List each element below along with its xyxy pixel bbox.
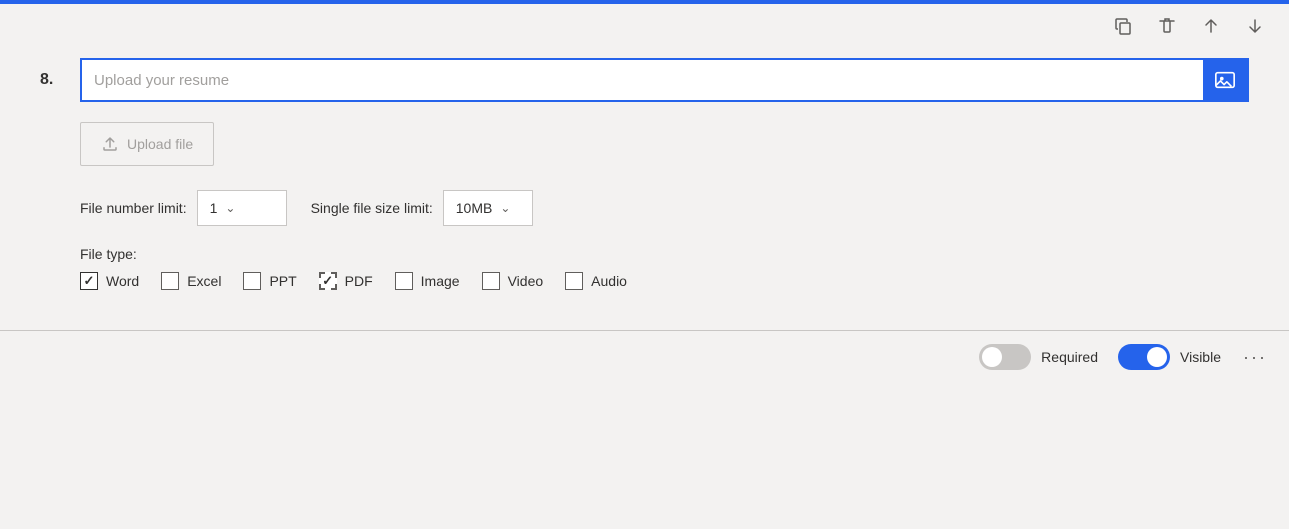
settings-section: File number limit: 1 ⌄ Single file size …	[40, 190, 1249, 290]
checkbox-label-pdf: PDF	[345, 273, 373, 289]
move-down-icon[interactable]	[1241, 12, 1269, 40]
checkbox-item-video[interactable]: Video	[482, 272, 544, 290]
visible-toggle-thumb	[1147, 347, 1167, 367]
copy-icon[interactable]	[1109, 12, 1137, 40]
checkbox-label-word: Word	[106, 273, 139, 289]
file-size-dropdown[interactable]: 10MB ⌄	[443, 190, 533, 226]
file-type-label: File type:	[80, 246, 1249, 262]
image-button[interactable]	[1203, 58, 1247, 102]
checkbox-item-pdf[interactable]: ✓ PDF	[319, 272, 373, 290]
checkbox-label-excel: Excel	[187, 273, 221, 289]
checkbox-word[interactable]: ✓	[80, 272, 98, 290]
file-number-value: 1	[210, 200, 218, 216]
question-title-input[interactable]	[82, 72, 1203, 89]
checkbox-excel[interactable]	[161, 272, 179, 290]
visible-toggle-group: Visible	[1118, 344, 1221, 370]
question-row: 8.	[40, 58, 1249, 102]
required-toggle-group: Required	[979, 344, 1098, 370]
required-toggle[interactable]	[979, 344, 1031, 370]
file-type-section: File type: ✓ Word Excel PPT ✓ PDF Image Video Au…	[80, 246, 1249, 290]
file-number-dropdown[interactable]: 1 ⌄	[197, 190, 287, 226]
file-number-limit-label: File number limit:	[80, 200, 187, 216]
checkbox-image[interactable]	[395, 272, 413, 290]
checkbox-audio[interactable]	[565, 272, 583, 290]
file-size-group: Single file size limit: 10MB ⌄	[311, 190, 533, 226]
file-type-checkboxes: ✓ Word Excel PPT ✓ PDF Image Video Audio	[80, 272, 1249, 290]
checkbox-label-ppt: PPT	[269, 273, 296, 289]
file-number-group: File number limit: 1 ⌄	[80, 190, 287, 226]
settings-row: File number limit: 1 ⌄ Single file size …	[80, 190, 1249, 226]
checkbox-pdf[interactable]: ✓	[319, 272, 337, 290]
upload-file-label: Upload file	[127, 136, 193, 152]
checkbox-ppt[interactable]	[243, 272, 261, 290]
checkbox-label-audio: Audio	[591, 273, 627, 289]
toolbar	[0, 4, 1289, 48]
checkbox-label-image: Image	[421, 273, 460, 289]
main-content: 8. Upload file File number lim	[0, 48, 1289, 310]
checkbox-item-word[interactable]: ✓ Word	[80, 272, 139, 290]
file-number-chevron-icon: ⌄	[225, 201, 235, 215]
check-mark: ✓	[322, 273, 333, 289]
upload-file-button[interactable]: Upload file	[80, 122, 214, 166]
checkbox-label-video: Video	[508, 273, 544, 289]
file-size-limit-label: Single file size limit:	[311, 200, 433, 216]
checkbox-video[interactable]	[482, 272, 500, 290]
file-size-chevron-icon: ⌄	[500, 201, 510, 215]
check-mark: ✓	[84, 273, 95, 289]
question-input-wrapper	[80, 58, 1249, 102]
required-label: Required	[1041, 349, 1098, 365]
footer: Required Visible ···	[0, 331, 1289, 383]
required-toggle-thumb	[982, 347, 1002, 367]
upload-section: Upload file	[40, 122, 1249, 166]
more-options-icon: ···	[1243, 347, 1267, 368]
delete-icon[interactable]	[1153, 12, 1181, 40]
checkbox-item-ppt[interactable]: PPT	[243, 272, 296, 290]
checkbox-item-excel[interactable]: Excel	[161, 272, 221, 290]
more-options-button[interactable]: ···	[1241, 343, 1269, 371]
visible-label: Visible	[1180, 349, 1221, 365]
question-number: 8.	[40, 71, 68, 89]
move-up-icon[interactable]	[1197, 12, 1225, 40]
visible-toggle[interactable]	[1118, 344, 1170, 370]
checkbox-item-image[interactable]: Image	[395, 272, 460, 290]
file-size-value: 10MB	[456, 200, 493, 216]
checkbox-item-audio[interactable]: Audio	[565, 272, 627, 290]
